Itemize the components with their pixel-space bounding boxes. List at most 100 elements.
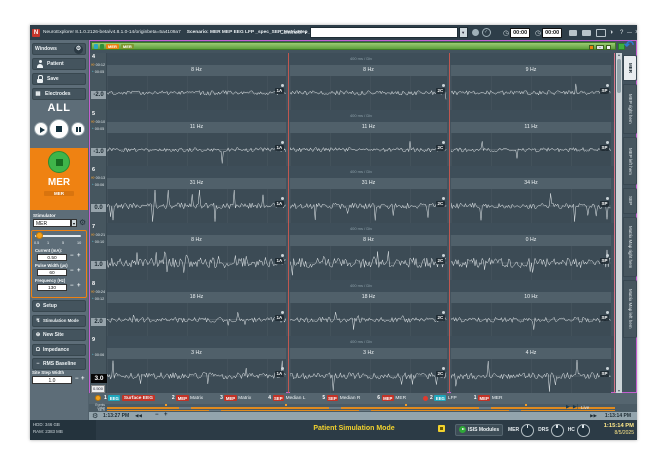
setup-button[interactable]: ⚙Setup bbox=[32, 300, 86, 312]
field-input[interactable]: 130 bbox=[37, 284, 67, 291]
channel-row-8[interactable]: 400 ms / Div8∞ 00:24◔ 00:122.018 Hz18 Hz… bbox=[90, 280, 615, 337]
channel-chip-mep-matrix[interactable]: 3MEPMatrix bbox=[220, 395, 251, 401]
field-minus-button[interactable]: − bbox=[70, 253, 74, 259]
channel-row-5[interactable]: 400 ms / Div5∞ 00:10◔ 00:05-1.011 Hz11 H… bbox=[90, 110, 615, 167]
view-tab-matrix-map-left-hem[interactable]: Matrix Map left hem bbox=[623, 280, 637, 338]
gear-icon[interactable]: ⚙ bbox=[92, 412, 98, 420]
channel-row-4[interactable]: 400 ms / Div4∞ 00:12◔ 00:05-2.08 Hz8 Hz9… bbox=[90, 53, 615, 110]
play-all-button[interactable] bbox=[34, 122, 48, 136]
isis-modules-button[interactable]: ISIS Modules bbox=[455, 424, 503, 436]
waveform-cell[interactable] bbox=[290, 76, 447, 110]
view-tab-mep-left-hem[interactable]: MEP left hem bbox=[623, 137, 637, 185]
field-input[interactable]: 0.50 bbox=[37, 254, 67, 261]
close-button[interactable]: × bbox=[635, 29, 639, 36]
channel-chip-eeg-lfp[interactable]: 2EEGLFP bbox=[423, 395, 457, 401]
waveform-cell[interactable] bbox=[451, 133, 611, 167]
play-icon[interactable]: ▶ bbox=[566, 404, 570, 410]
field-minus-button[interactable]: − bbox=[70, 268, 74, 274]
pause-all-button[interactable] bbox=[71, 122, 85, 136]
sidebar-button-save[interactable]: Save bbox=[32, 73, 86, 85]
forward-button[interactable]: ▶▶ bbox=[590, 413, 597, 419]
waveform-cell[interactable] bbox=[451, 246, 611, 280]
contrast-icon[interactable]: ◑ bbox=[609, 25, 613, 40]
field-minus-button[interactable]: − bbox=[70, 283, 74, 289]
stimulator-select[interactable]: MER bbox=[33, 219, 71, 227]
current-slider-thumb[interactable] bbox=[36, 232, 43, 239]
monitor-icon[interactable] bbox=[596, 29, 606, 37]
field-input[interactable]: 60 bbox=[37, 269, 67, 276]
scrollbar-thumb[interactable] bbox=[617, 59, 621, 93]
waveform-cell[interactable] bbox=[290, 359, 447, 393]
mer-stop-button[interactable] bbox=[48, 151, 70, 173]
timer-2[interactable]: ◷ 00:00 bbox=[535, 28, 562, 38]
waveform-cell[interactable] bbox=[451, 76, 611, 110]
check-circle-icon[interactable]: ✓ bbox=[482, 28, 491, 37]
stop-all-button[interactable] bbox=[49, 119, 69, 139]
waveform-cell[interactable] bbox=[290, 189, 447, 223]
help-button[interactable]: ? bbox=[620, 30, 623, 36]
channel-chip-mep-matrix[interactable]: 2MEPMatrix bbox=[172, 395, 203, 401]
sidebar-button-patient[interactable]: Patient bbox=[32, 58, 86, 70]
waveform-cell[interactable] bbox=[451, 359, 611, 393]
view-tab-mer[interactable]: MER bbox=[623, 55, 637, 81]
events-track[interactable] bbox=[107, 404, 615, 406]
row-header[interactable]: 6∞ 00:13◔ 00:060.0 bbox=[90, 166, 107, 223]
row-header[interactable]: 8∞ 00:24◔ 00:122.0 bbox=[90, 280, 107, 337]
site-step-width-input[interactable]: 1.0 bbox=[32, 376, 72, 384]
channel-chip-sep-median-r[interactable]: 5SEPMedian R bbox=[322, 395, 360, 401]
view-tab-sep[interactable]: SEP bbox=[623, 188, 637, 214]
overview-collapse-button[interactable]: − bbox=[596, 45, 604, 50]
drs-knob[interactable] bbox=[551, 424, 564, 437]
windows-button[interactable]: Windows ⚙ bbox=[32, 43, 86, 55]
timeline-overview-bar[interactable]: MER MER − bbox=[91, 42, 616, 50]
rms-baseline-button[interactable]: −RMS Baseline bbox=[32, 358, 86, 370]
channel-row-7[interactable]: 400 ms / Div7∞ 00:21◔ 00:101.08 Hz8 Hz0 … bbox=[90, 223, 615, 280]
timer-1[interactable]: ◷ 00:00 bbox=[503, 28, 530, 38]
row-header[interactable]: 4∞ 00:12◔ 00:05-2.0 bbox=[90, 53, 107, 110]
overview-range-handle-left[interactable] bbox=[589, 45, 594, 50]
zoom-out-button[interactable]: − bbox=[155, 412, 159, 418]
field-plus-button[interactable]: + bbox=[77, 253, 81, 259]
comment-bubble-icon[interactable] bbox=[472, 29, 479, 36]
site-step-minus-button[interactable]: − bbox=[75, 376, 79, 382]
view-tab-mep-right-hem[interactable]: MEP right hem bbox=[623, 84, 637, 134]
waveform-cell[interactable] bbox=[290, 246, 447, 280]
row-header[interactable]: 7∞ 00:21◔ 00:101.0 bbox=[90, 223, 107, 280]
row-header[interactable]: 5∞ 00:10◔ 00:05-1.0 bbox=[90, 110, 107, 167]
site-step-plus-button[interactable]: + bbox=[81, 376, 85, 382]
field-plus-button[interactable]: + bbox=[77, 268, 81, 274]
channel-chip-mep-mer[interactable]: 6MEPMER bbox=[377, 395, 406, 401]
waveform-cell[interactable] bbox=[107, 303, 286, 337]
waveform-cell[interactable] bbox=[107, 76, 286, 110]
minimize-button[interactable]: — bbox=[627, 30, 632, 36]
view-tab-matrix-map-right-hem[interactable]: Matrix Map right hem bbox=[623, 217, 637, 277]
waveform-cell[interactable] bbox=[290, 133, 447, 167]
waveform-cell[interactable] bbox=[451, 303, 611, 337]
field-plus-button[interactable]: + bbox=[77, 283, 81, 289]
impedance-button[interactable]: ΩImpedance bbox=[32, 344, 86, 356]
screenshot-icon[interactable] bbox=[582, 30, 591, 36]
comment-input[interactable] bbox=[310, 27, 458, 38]
chevron-down-icon[interactable]: ▼ bbox=[304, 30, 308, 35]
channel-chip-mep-mer[interactable]: 1MEPMER bbox=[474, 395, 503, 401]
waveform-cell[interactable] bbox=[107, 246, 286, 280]
overview-range-handle-right[interactable] bbox=[606, 45, 611, 50]
vertical-scrollbar[interactable]: ▲ ▼ bbox=[616, 53, 622, 393]
waveform-cell[interactable] bbox=[451, 189, 611, 223]
waveform-cell[interactable] bbox=[290, 303, 447, 337]
drive-track[interactable] bbox=[107, 407, 615, 409]
zoom-in-button[interactable]: + bbox=[164, 412, 168, 418]
mer-knob[interactable] bbox=[521, 424, 534, 437]
waveform-cell[interactable] bbox=[107, 189, 286, 223]
record-armed-icon[interactable] bbox=[95, 395, 101, 401]
stimulator-select-arrow[interactable]: ▼ bbox=[71, 219, 77, 227]
print-icon[interactable] bbox=[569, 30, 577, 36]
undo-icon[interactable]: ↶ bbox=[624, 38, 634, 52]
sidebar-button-electrodes[interactable]: ▦Electrodes bbox=[32, 88, 86, 100]
channel-row-6[interactable]: 400 ms / Div6∞ 00:13◔ 00:060.031 Hz31 Hz… bbox=[90, 166, 615, 223]
waveform-cell[interactable] bbox=[107, 133, 286, 167]
comment-dropdown-button[interactable]: ▼ bbox=[459, 27, 468, 38]
waveform-cell[interactable] bbox=[107, 359, 286, 393]
step-forward-icon[interactable]: ▶| bbox=[573, 404, 578, 410]
stimulation-mode-button[interactable]: ↯Stimulation Mode bbox=[32, 315, 86, 327]
